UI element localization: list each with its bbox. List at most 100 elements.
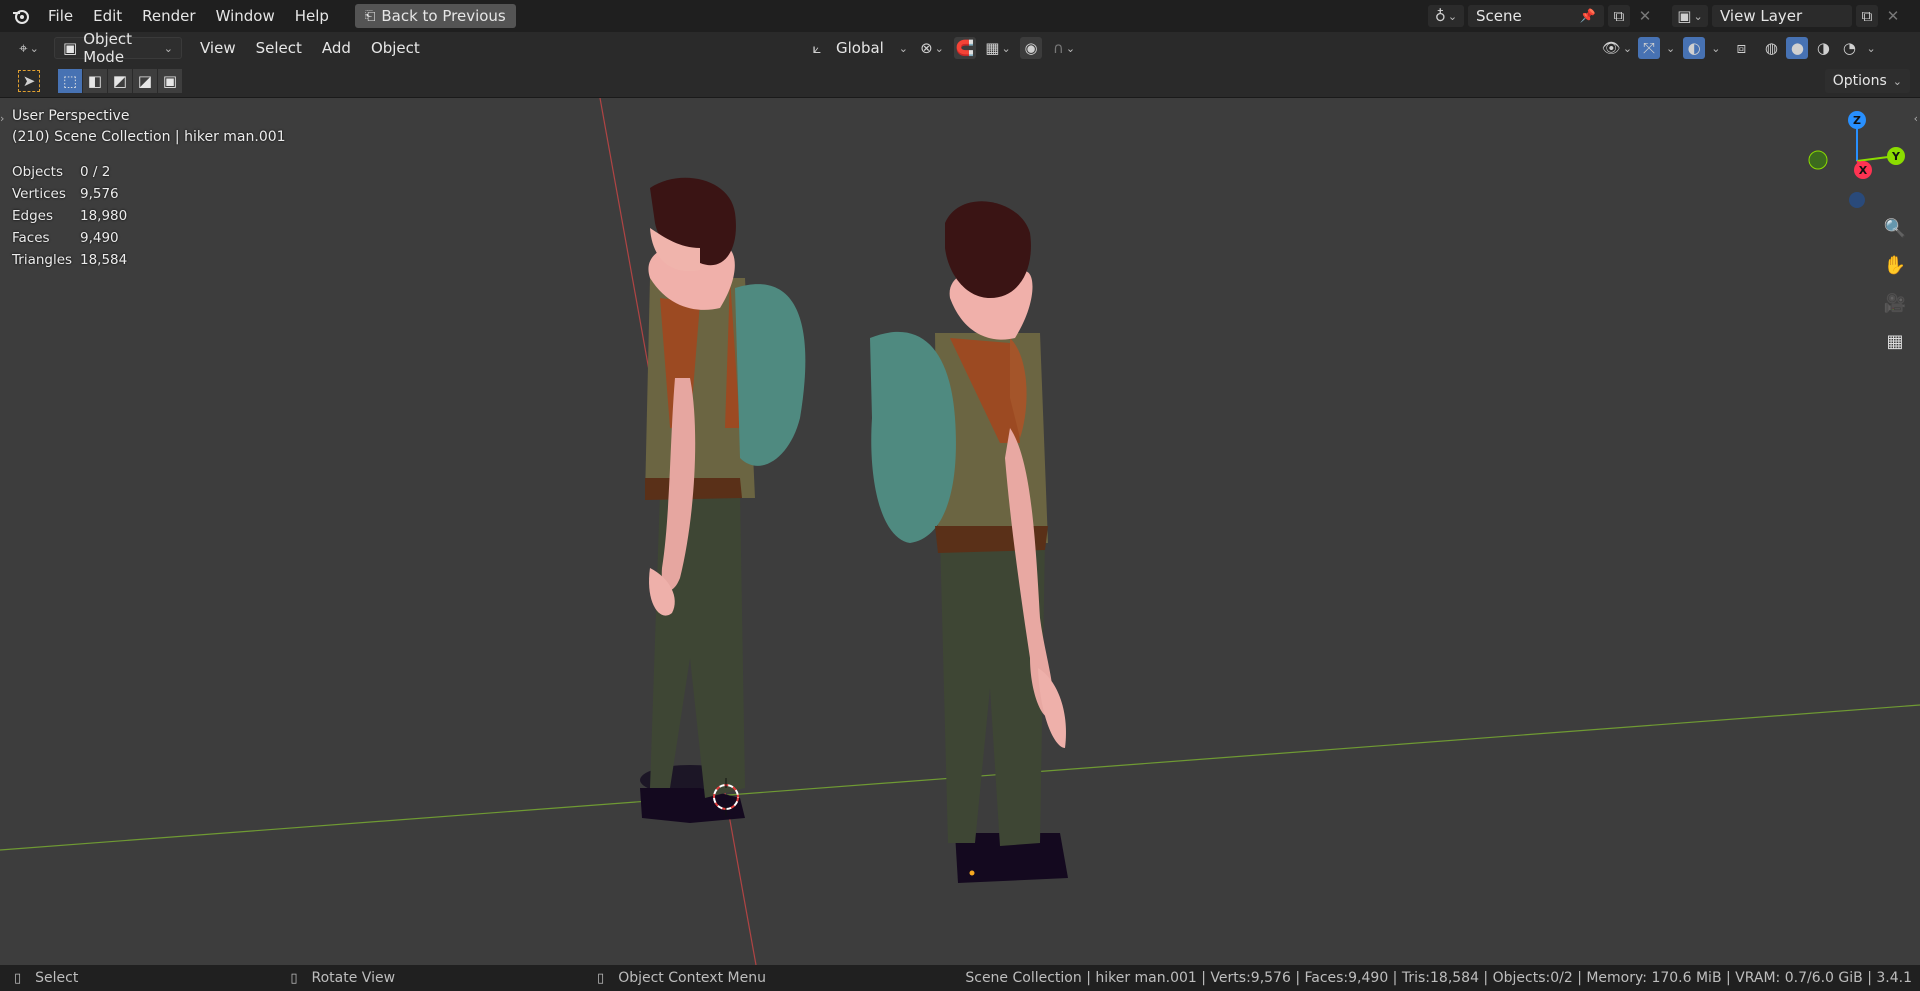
orientation-selector[interactable]: Global ⌄	[834, 37, 910, 59]
hiker-model-left	[640, 177, 806, 823]
viewport-info: User Perspective (210) Scene Collection …	[12, 108, 286, 271]
new-view-layer-icon[interactable]: ⧉	[1856, 5, 1878, 27]
header-menu-object[interactable]: Object	[361, 32, 430, 64]
options-dropdown[interactable]: Options ⌄	[1824, 69, 1910, 93]
back-to-previous-label: Back to Previous	[381, 7, 506, 25]
menu-window[interactable]: Window	[206, 0, 285, 32]
gizmo-dropdown-icon[interactable]: ⌄	[1666, 42, 1675, 55]
chevron-down-icon: ⌄	[163, 41, 173, 55]
status-context-hint: Object Context Menu	[618, 970, 766, 986]
select-extend-icon[interactable]: ◧	[83, 68, 107, 93]
select-new-icon[interactable]: ⬚	[58, 68, 82, 93]
gizmo-x-label: X	[1859, 164, 1868, 177]
status-rotate-hint: Rotate View	[311, 970, 396, 986]
visibility-icon[interactable]: 👁 ⌄	[1600, 37, 1634, 59]
material-shading-icon[interactable]: ◑	[1812, 37, 1834, 59]
header-menu-add[interactable]: Add	[312, 32, 361, 64]
new-scene-icon[interactable]: ⧉	[1608, 5, 1630, 27]
viewport-header: ⌖ ⌄ ▣ Object Mode ⌄ View Select Add Objec…	[0, 30, 1920, 66]
chevron-down-icon: ⌄	[898, 41, 908, 55]
stat-vertices: Vertices 9,576	[12, 186, 119, 202]
select-subtract-icon[interactable]: ◩	[108, 68, 132, 93]
chevron-down-icon: ⌄	[1892, 74, 1902, 88]
view-layer-field[interactable]: View Layer	[1712, 5, 1852, 27]
select-intersect-icon[interactable]: ▣	[158, 68, 182, 93]
delete-scene-icon[interactable]: ✕	[1634, 5, 1656, 27]
view-layer-icon[interactable]: ▣ ⌄	[1672, 5, 1708, 27]
perspective-label: User Perspective	[12, 108, 130, 124]
pivot-icon[interactable]: ⊗ ⌄	[916, 37, 948, 59]
3d-viewport[interactable]: User Perspective (210) Scene Collection …	[0, 98, 1920, 965]
back-icon: ⎗	[364, 8, 376, 24]
camera-view-icon[interactable]: 🎥	[1880, 288, 1910, 318]
orientation-label: Global	[836, 39, 884, 57]
solid-shading-icon[interactable]: ●	[1786, 37, 1809, 59]
stat-objects: Objects 0 / 2	[12, 164, 111, 180]
collection-label: (210) Scene Collection | hiker man.001	[12, 129, 286, 145]
gizmo-z-label: Z	[1853, 114, 1861, 127]
pin-icon[interactable]: 📌	[1580, 9, 1596, 24]
menu-help[interactable]: Help	[285, 0, 339, 32]
navigation-gizmo[interactable]: Z Y X	[1800, 106, 1910, 216]
overlay-toggle-icon[interactable]: ◐	[1683, 37, 1706, 59]
collapse-left-icon[interactable]: ›	[0, 112, 4, 125]
status-info: Scene Collection | hiker man.001 | Verts…	[965, 970, 1912, 986]
options-label: Options	[1832, 73, 1887, 89]
scene-name-field[interactable]: Scene 📌	[1468, 5, 1604, 27]
tool-settings-bar: ➤ ⬚ ◧ ◩ ◪ ▣ Options ⌄	[0, 64, 1920, 98]
proportional-edit-icon[interactable]: ◉	[1020, 37, 1042, 59]
stat-faces: Faces 9,490	[12, 230, 119, 246]
zoom-icon[interactable]: 🔍	[1880, 213, 1910, 243]
overlay-dropdown-icon[interactable]: ⌄	[1711, 42, 1720, 55]
perspective-toggle-icon[interactable]: ▦	[1880, 326, 1910, 356]
xray-toggle-icon[interactable]: ⧈	[1730, 37, 1752, 59]
collapse-right-icon[interactable]: ‹	[1914, 112, 1918, 125]
mouse-left-icon: ▯	[14, 970, 22, 986]
gizmo-neg-y-axis	[1808, 150, 1828, 170]
viewport-shading-tools: 👁 ⌄ ⤧ ⌄ ◐ ⌄ ⧈ ◍ ● ◑ ◔ ⌄	[1600, 37, 1876, 59]
scene-icon[interactable]: ♁ ⌄	[1428, 5, 1464, 27]
hiker-model-right	[870, 201, 1068, 883]
status-bar: ▯ Select ▯ Rotate View ▯ Object Context …	[0, 965, 1920, 991]
back-to-previous-button[interactable]: ⎗ Back to Previous	[354, 4, 516, 28]
stat-triangles: Triangles 18,584	[12, 252, 128, 268]
select-tool-icon[interactable]: ➤	[18, 69, 40, 92]
gizmo-y-label: Y	[1891, 150, 1901, 163]
wireframe-shading-icon[interactable]: ◍	[1760, 37, 1782, 59]
rendered-shading-icon[interactable]: ◔	[1838, 37, 1860, 59]
selection-mode-group: ⬚ ◧ ◩ ◪ ▣	[58, 68, 183, 93]
mode-label: Object Mode	[83, 30, 133, 66]
object-origin-dot	[969, 870, 975, 876]
header-menu-select[interactable]: Select	[246, 32, 312, 64]
mouse-right-icon: ▯	[597, 970, 605, 986]
menu-file[interactable]: File	[38, 0, 83, 32]
editor-type-icon[interactable]: ⌖ ⌄	[12, 37, 46, 59]
view-layer-name: View Layer	[1720, 7, 1803, 25]
select-invert-icon[interactable]: ◪	[133, 68, 157, 93]
gizmo-toggle-icon[interactable]: ⤧	[1638, 37, 1660, 59]
orientation-icon: ⟀	[812, 39, 822, 57]
delete-view-layer-icon[interactable]: ✕	[1882, 5, 1904, 27]
transform-tools: ⟀ Global ⌄ ⊗ ⌄ 🧲 ▦ ⌄ ◉ ∩ ⌄	[806, 37, 1080, 59]
gizmo-neg-z-axis	[1849, 192, 1865, 208]
scene-name: Scene	[1476, 7, 1522, 25]
snap-icon[interactable]: 🧲	[954, 37, 976, 59]
menu-render[interactable]: Render	[132, 0, 205, 32]
menu-edit[interactable]: Edit	[83, 0, 132, 32]
mode-selector[interactable]: ▣ Object Mode ⌄	[54, 30, 182, 66]
header-menu-view[interactable]: View	[190, 32, 246, 64]
pan-hand-icon[interactable]: ✋	[1880, 250, 1910, 280]
statistics: Objects 0 / 2 Vertices 9,576 Edges 18,980 F…	[12, 161, 286, 271]
falloff-icon[interactable]: ∩ ⌄	[1048, 37, 1080, 59]
stat-edges: Edges 18,980	[12, 208, 128, 224]
top-bar: File Edit Render Window Help ⎗ Back to P…	[0, 0, 1920, 32]
scene-selector: ♁ ⌄ Scene 📌 ⧉ ✕	[1428, 5, 1656, 27]
blender-logo-icon[interactable]	[10, 5, 32, 27]
view-layer-selector: ▣ ⌄ View Layer ⧉ ✕	[1672, 5, 1904, 27]
object-mode-icon: ▣	[63, 39, 78, 57]
shading-dropdown-icon[interactable]: ⌄	[1866, 42, 1875, 55]
snap-target-icon[interactable]: ▦ ⌄	[982, 37, 1014, 59]
viewport-scene	[0, 98, 1920, 965]
status-select-hint: Select	[35, 970, 79, 986]
mouse-middle-icon: ▯	[290, 970, 298, 986]
